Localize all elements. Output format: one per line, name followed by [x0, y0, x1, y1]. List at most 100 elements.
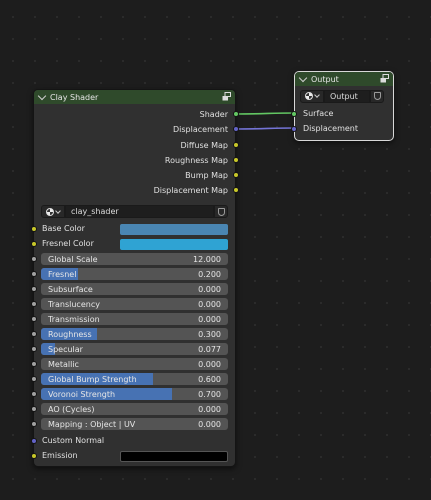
- value-slider[interactable]: Roughness 0.300: [41, 328, 228, 340]
- slider-label: Global Bump Strength: [48, 374, 137, 384]
- value-slider[interactable]: Transmission 0.000: [41, 313, 228, 325]
- input-socket[interactable]: [31, 256, 37, 262]
- input-subsurface: Subsurface 0.000: [31, 283, 235, 296]
- output-target-browse-button[interactable]: [300, 89, 324, 103]
- output-socket-displacement[interactable]: [233, 126, 239, 132]
- fresnel-color-swatch[interactable]: [120, 239, 228, 250]
- output-target-selector: Output: [300, 89, 384, 103]
- input-label: Surface: [303, 109, 334, 118]
- output-displacement-map: Displacement Map: [154, 184, 239, 196]
- displacement-to-displacement-link[interactable]: [235, 127, 297, 130]
- emission-color-swatch[interactable]: [120, 451, 228, 462]
- input-label: Fresnel Color: [42, 239, 94, 248]
- output-roughness-map: Roughness Map: [165, 154, 239, 166]
- shader-to-surface-link[interactable]: [235, 112, 297, 115]
- value-slider[interactable]: Global Scale 12.000: [41, 253, 228, 265]
- node-group-icon[interactable]: [380, 74, 389, 83]
- input-metallic: Metallic 0.000: [31, 358, 235, 371]
- value-slider[interactable]: Mapping : Object | UV 0.000: [41, 418, 228, 430]
- input-socket[interactable]: [31, 391, 37, 397]
- slider-value: 0.000: [198, 314, 221, 324]
- fake-user-button[interactable]: [370, 89, 384, 103]
- input-socket-displacement[interactable]: [291, 126, 297, 132]
- output-bump-map: Bump Map: [185, 169, 239, 181]
- node-tree-browse-button[interactable]: [41, 205, 65, 218]
- group-output-node[interactable]: Output Output Surface Displacement: [291, 71, 394, 141]
- value-slider[interactable]: Translucency 0.000: [41, 298, 228, 310]
- input-socket[interactable]: [31, 406, 37, 412]
- input-socket[interactable]: [31, 346, 37, 352]
- input-socket-surface[interactable]: [291, 111, 297, 117]
- input-socket-base-color[interactable]: [31, 226, 37, 232]
- input-socket[interactable]: [31, 271, 37, 277]
- slider-label: Metallic: [48, 359, 79, 369]
- slider-value: 12.000: [193, 254, 221, 264]
- output-socket-shader[interactable]: [233, 111, 239, 117]
- output-socket-displacement-map[interactable]: [233, 187, 239, 193]
- slider-label: AO (Cycles): [48, 404, 95, 414]
- value-slider[interactable]: Subsurface 0.000: [41, 283, 228, 295]
- output-socket-bump-map[interactable]: [233, 172, 239, 178]
- slider-label: Transmission: [48, 314, 100, 324]
- input-transmission: Transmission 0.000: [31, 313, 235, 326]
- material-sphere-icon: [305, 92, 313, 100]
- input-label: Emission: [42, 451, 78, 460]
- chevron-down-icon: [314, 92, 320, 98]
- node-group-name-field[interactable]: clay_shader: [65, 205, 214, 218]
- slider-value: 0.000: [198, 419, 221, 429]
- output-socket-diffuse-map[interactable]: [233, 142, 239, 148]
- input-ao-cycles: AO (Cycles) 0.000: [31, 403, 235, 416]
- input-specular: Specular 0.077: [31, 343, 235, 356]
- slider-label: Global Scale: [48, 254, 98, 264]
- output-label: Bump Map: [185, 170, 228, 180]
- base-color-swatch[interactable]: [120, 224, 228, 235]
- input-socket[interactable]: [31, 361, 37, 367]
- input-global-scale: Global Scale 12.000: [31, 253, 235, 266]
- input-global-bump-strength: Global Bump Strength 0.600: [31, 373, 235, 386]
- input-socket[interactable]: [31, 316, 37, 322]
- value-slider[interactable]: Voronoi Strength 0.700: [41, 388, 228, 400]
- clay-shader-node[interactable]: Clay Shader Shader Displacement Diffuse …: [31, 89, 239, 467]
- value-slider[interactable]: Global Bump Strength 0.600: [41, 373, 228, 385]
- output-shader: Shader: [199, 108, 239, 120]
- collapse-chevron-icon[interactable]: [298, 73, 308, 83]
- input-base-color: Base Color: [31, 223, 235, 236]
- value-slider[interactable]: Fresnel 0.200: [41, 268, 228, 280]
- input-socket[interactable]: [31, 301, 37, 307]
- node-group-icon[interactable]: [222, 92, 231, 101]
- input-socket-fresnel-color[interactable]: [31, 241, 37, 247]
- input-custom-normal: Custom Normal: [31, 435, 235, 448]
- collapse-chevron-icon[interactable]: [37, 91, 47, 101]
- clay-shader-header[interactable]: Clay Shader: [34, 90, 235, 104]
- input-mapping: Mapping : Object | UV 0.000: [31, 418, 235, 431]
- output-target-field[interactable]: Output: [324, 89, 370, 103]
- input-fresnel: Fresnel 0.200: [31, 268, 235, 281]
- slider-label: Subsurface: [48, 284, 93, 294]
- slider-label: Specular: [48, 344, 83, 354]
- input-fresnel-color: Fresnel Color: [31, 238, 235, 251]
- input-socket[interactable]: [31, 421, 37, 427]
- input-socket[interactable]: [31, 286, 37, 292]
- value-slider[interactable]: AO (Cycles) 0.000: [41, 403, 228, 415]
- slider-value: 0.600: [198, 374, 221, 384]
- output-socket-roughness-map[interactable]: [233, 157, 239, 163]
- output-label: Displacement: [173, 124, 228, 134]
- output-label: Shader: [199, 109, 228, 119]
- shield-icon: [217, 207, 225, 216]
- fake-user-button[interactable]: [214, 205, 228, 218]
- input-socket-emission[interactable]: [31, 453, 37, 459]
- value-slider[interactable]: Metallic 0.000: [41, 358, 228, 370]
- input-socket-custom-normal[interactable]: [31, 438, 37, 444]
- value-slider[interactable]: Specular 0.077: [41, 343, 228, 355]
- slider-value: 0.300: [198, 329, 221, 339]
- input-roughness: Roughness 0.300: [31, 328, 235, 341]
- slider-label: Fresnel: [48, 269, 77, 279]
- slider-value: 0.000: [198, 404, 221, 414]
- output-label: Diffuse Map: [180, 140, 228, 150]
- input-socket[interactable]: [31, 331, 37, 337]
- input-socket[interactable]: [31, 376, 37, 382]
- slider-value: 0.000: [198, 359, 221, 369]
- shield-icon: [373, 92, 381, 100]
- output-node-header[interactable]: Output: [295, 72, 393, 86]
- input-translucency: Translucency 0.000: [31, 298, 235, 311]
